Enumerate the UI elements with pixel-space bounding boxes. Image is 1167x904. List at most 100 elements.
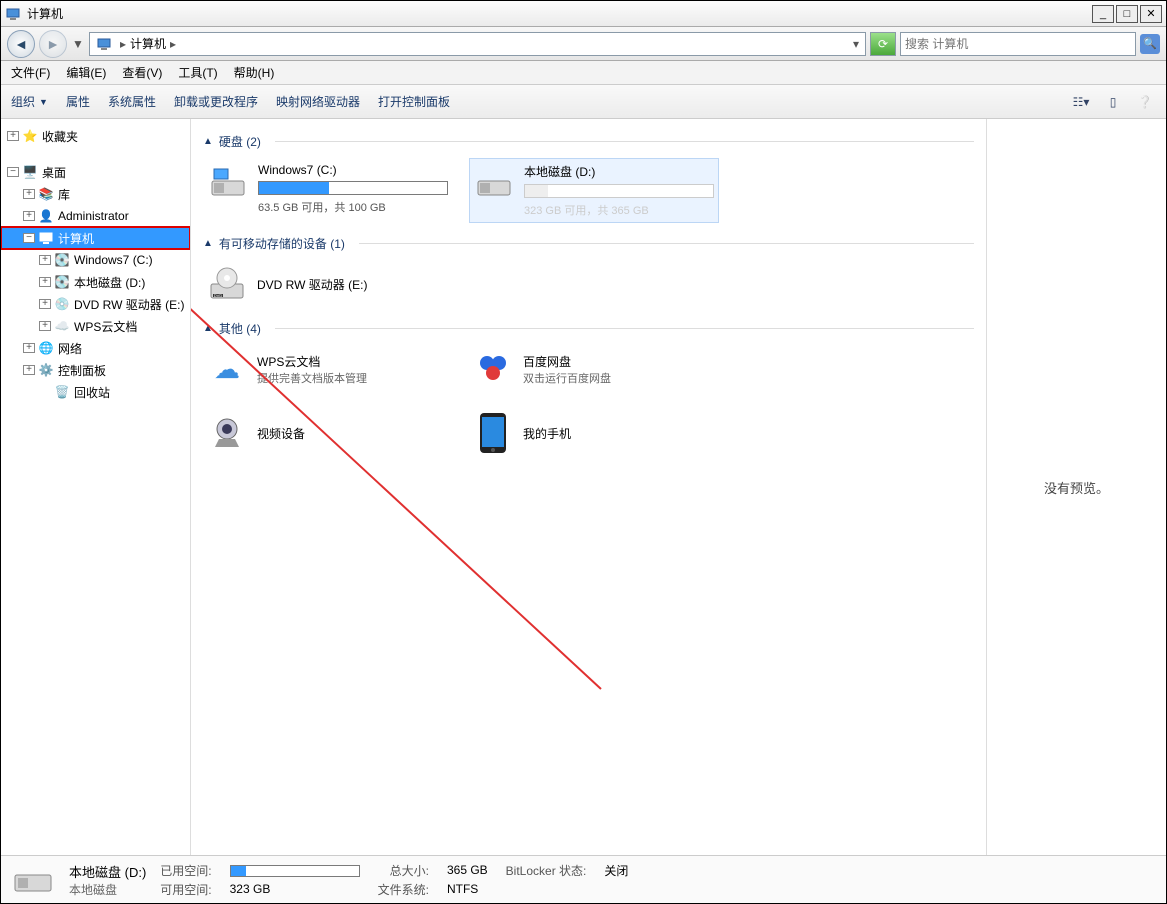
computer-icon <box>5 6 21 22</box>
history-dropdown[interactable]: ▼ <box>71 30 85 58</box>
usage-bar <box>258 181 448 195</box>
status-free-label: 可用空间: <box>160 881 211 898</box>
tree-computer[interactable]: − 计算机 <box>1 227 190 249</box>
tree-network[interactable]: + 🌐 网络 <box>1 337 190 359</box>
my-phone[interactable]: 我的手机 <box>469 409 719 457</box>
explorer-window: 计算机 _ □ ✕ ◄ ► ▼ ▸ 计算机 ▸ ▾ ⟳ 🔍 文件(F) 编辑(E… <box>0 0 1167 904</box>
menu-help[interactable]: 帮助(H) <box>234 64 275 81</box>
item-sub: 提供完善文档版本管理 <box>257 370 367 386</box>
library-icon: 📚 <box>38 186 54 202</box>
hdd-icon <box>474 163 514 203</box>
view-options-button[interactable]: ☷▾ <box>1070 91 1092 113</box>
collapse-triangle-icon: ▲ <box>203 323 213 334</box>
desktop-icon: 🖥️ <box>22 164 38 180</box>
network-icon: 🌐 <box>38 340 54 356</box>
dvd-drive[interactable]: DVD DVD RW 驱动器 (E:) <box>203 260 453 308</box>
status-total-label: 总大小: <box>378 862 429 879</box>
item-name: WPS云文档 <box>257 353 367 370</box>
toolbar: 组织 ▼ 属性 系统属性 卸载或更改程序 映射网络驱动器 打开控制面板 ☷▾ ▯… <box>1 85 1166 119</box>
drive-icon: 💽 <box>54 252 70 268</box>
wps-cloud[interactable]: ☁ WPS云文档 提供完善文档版本管理 <box>203 345 453 393</box>
tree-cdrive[interactable]: + 💽 Windows7 (C:) <box>1 249 190 271</box>
menu-file[interactable]: 文件(F) <box>11 64 50 81</box>
search-input[interactable] <box>905 37 1131 51</box>
refresh-button[interactable]: ⟳ <box>870 32 896 56</box>
search-box[interactable] <box>900 32 1136 56</box>
menu-view[interactable]: 查看(V) <box>122 64 162 81</box>
section-other[interactable]: ▲ 其他 (4) <box>203 320 974 337</box>
tree-administrator[interactable]: + 👤 Administrator <box>1 205 190 227</box>
drive-c[interactable]: Windows7 (C:) 63.5 GB 可用，共 100 GB <box>203 158 453 223</box>
drive-details: 323 GB 可用，共 365 GB <box>524 202 714 218</box>
drive-name: Windows7 (C:) <box>258 163 448 177</box>
content-pane: ▲ 硬盘 (2) Windows7 (C:) 63.5 GB 可用，共 100 … <box>191 119 986 855</box>
drive-icon: 💽 <box>54 274 70 290</box>
maximize-button[interactable]: □ <box>1116 5 1138 23</box>
status-type: 本地磁盘 <box>69 881 146 898</box>
usage-bar <box>524 184 714 198</box>
star-icon: ⭐ <box>22 128 38 144</box>
uninstall-button[interactable]: 卸载或更改程序 <box>174 93 258 110</box>
back-button[interactable]: ◄ <box>7 30 35 58</box>
expand-icon[interactable]: + <box>39 255 51 265</box>
recycle-icon: 🗑️ <box>54 384 70 400</box>
computer-icon <box>96 36 112 52</box>
menu-tools[interactable]: 工具(T) <box>178 64 217 81</box>
minimize-button[interactable]: _ <box>1092 5 1114 23</box>
expand-icon[interactable]: + <box>39 321 51 331</box>
item-name: 百度网盘 <box>523 353 611 370</box>
expand-icon[interactable]: + <box>23 343 35 353</box>
breadcrumb-dropdown[interactable]: ▾ <box>853 37 859 51</box>
expand-icon[interactable]: + <box>23 189 35 199</box>
expand-icon[interactable]: + <box>7 131 19 141</box>
baidu-icon <box>473 349 513 389</box>
tree-dvd[interactable]: + 💿 DVD RW 驱动器 (E:) <box>1 293 190 315</box>
tree-control-panel[interactable]: + ⚙️ 控制面板 <box>1 359 190 381</box>
item-name: 我的手机 <box>523 425 571 442</box>
tree-recycle[interactable]: 🗑️ 回收站 <box>1 381 190 403</box>
expand-icon[interactable]: + <box>39 299 51 309</box>
menu-edit[interactable]: 编辑(E) <box>66 64 106 81</box>
preview-pane-button[interactable]: ▯ <box>1102 91 1124 113</box>
section-removable[interactable]: ▲ 有可移动存储的设备 (1) <box>203 235 974 252</box>
collapse-icon[interactable]: − <box>7 167 19 177</box>
cloud-icon: ☁ <box>207 349 247 389</box>
section-drives[interactable]: ▲ 硬盘 (2) <box>203 133 974 150</box>
forward-button[interactable]: ► <box>39 30 67 58</box>
dvd-icon: DVD <box>207 264 247 304</box>
control-panel-button[interactable]: 打开控制面板 <box>378 93 450 110</box>
video-device[interactable]: 视频设备 <box>203 409 453 457</box>
collapse-icon[interactable]: − <box>23 233 35 243</box>
control-panel-icon: ⚙️ <box>38 362 54 378</box>
chevron-right-icon: ▸ <box>120 37 126 51</box>
preview-text: 没有预览。 <box>1044 478 1109 497</box>
cloud-icon: ☁️ <box>54 318 70 334</box>
tree-libraries[interactable]: + 📚 库 <box>1 183 190 205</box>
webcam-icon <box>207 413 247 453</box>
map-drive-button[interactable]: 映射网络驱动器 <box>276 93 360 110</box>
hdd-icon <box>208 163 248 203</box>
menubar: 文件(F) 编辑(E) 查看(V) 工具(T) 帮助(H) <box>1 61 1166 85</box>
drive-d[interactable]: 本地磁盘 (D:) 323 GB 可用，共 365 GB <box>469 158 719 223</box>
status-used-label: 已用空间: <box>160 862 211 879</box>
item-name: 视频设备 <box>257 425 305 442</box>
help-button[interactable]: ❔ <box>1134 91 1156 113</box>
properties-button[interactable]: 属性 <box>66 93 90 110</box>
tree-wps[interactable]: + ☁️ WPS云文档 <box>1 315 190 337</box>
drive-details: 63.5 GB 可用，共 100 GB <box>258 199 448 215</box>
tree-desktop[interactable]: − 🖥️ 桌面 <box>1 161 190 183</box>
system-properties-button[interactable]: 系统属性 <box>108 93 156 110</box>
breadcrumb[interactable]: ▸ 计算机 ▸ ▾ <box>89 32 866 56</box>
expand-icon[interactable]: + <box>39 277 51 287</box>
organize-button[interactable]: 组织 ▼ <box>11 93 48 110</box>
search-button[interactable]: 🔍 <box>1140 34 1160 54</box>
status-fs-label: 文件系统: <box>378 881 429 898</box>
breadcrumb-item[interactable]: 计算机 <box>130 35 166 52</box>
close-button[interactable]: ✕ <box>1140 5 1162 23</box>
tree-favorites[interactable]: + ⭐ 收藏夹 <box>1 125 190 147</box>
expand-icon[interactable]: + <box>23 365 35 375</box>
tree-ddrive[interactable]: + 💽 本地磁盘 (D:) <box>1 271 190 293</box>
baidu-netdisk[interactable]: 百度网盘 双击运行百度网盘 <box>469 345 719 393</box>
status-bitlocker-val: 关闭 <box>604 862 628 879</box>
expand-icon[interactable]: + <box>23 211 35 221</box>
